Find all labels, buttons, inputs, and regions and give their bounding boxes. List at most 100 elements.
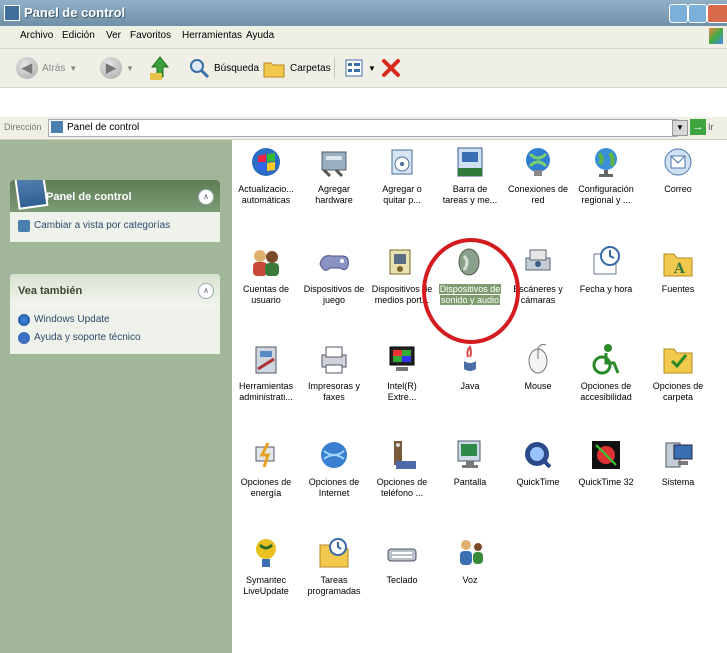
address-field[interactable]: Panel de control (48, 119, 678, 137)
up-button[interactable] (148, 55, 172, 81)
control-panel-item[interactable]: Opciones de energía (232, 433, 300, 519)
menu-ver[interactable]: Ver (106, 30, 121, 41)
pane-title: Panel de control (46, 191, 132, 203)
item-label: Tareas programadas (307, 575, 361, 596)
windows-update-link[interactable]: Windows Update (10, 312, 220, 330)
annotation-circle (422, 238, 520, 344)
control-panel-item[interactable]: Mouse (504, 337, 572, 423)
control-panel-icon (13, 180, 49, 210)
control-panel-item[interactable]: Agregar o quitar p... (368, 140, 436, 226)
control-panel-item[interactable]: Opciones de teléfono ... (368, 433, 436, 519)
switch-to-category-view-link[interactable]: Cambiar a vista por categorías (10, 218, 220, 236)
switch-view-label: Cambiar a vista por categorías (34, 220, 171, 231)
item-label: Opciones de accesibilidad (580, 381, 632, 402)
collapse-chevron-icon[interactable]: ∧ (198, 189, 214, 205)
address-label: Dirección (4, 122, 42, 132)
delete-button[interactable] (380, 55, 402, 81)
menu-favoritos[interactable]: Favoritos (130, 30, 171, 41)
control-panel-item[interactable]: Voz (436, 531, 504, 617)
control-panel-item[interactable]: Intel(R) Extre... (368, 337, 436, 423)
control-panel-item[interactable]: Pantalla (436, 433, 504, 519)
control-panel-item[interactable]: Configuración regional y ... (572, 140, 640, 226)
control-panel-item[interactable]: Barra de tareas y me... (436, 140, 504, 226)
control-panel-item[interactable]: Agregar hardware (300, 140, 368, 226)
collapse-chevron-icon[interactable]: ∧ (198, 283, 214, 299)
control-panel-item[interactable]: Impresoras y faxes (300, 337, 368, 423)
views-icon (345, 59, 363, 77)
quicktime32-icon (588, 437, 624, 473)
see-also-header[interactable]: Vea también ∧ (10, 274, 220, 306)
menu-ayuda[interactable]: Ayuda (246, 30, 274, 41)
back-label: Atrás (42, 62, 66, 74)
control-panel-item[interactable]: Tareas programadas (300, 531, 368, 617)
item-label: Opciones de energía (240, 477, 292, 498)
maximize-button[interactable] (688, 4, 707, 23)
back-button[interactable]: ◀ Atrás ▼ (16, 55, 77, 81)
control-panel-item[interactable]: Teclado (368, 531, 436, 617)
control-panel-item[interactable]: Opciones de Internet (300, 433, 368, 519)
portable-media-icon (384, 244, 420, 280)
control-panel-item[interactable]: Actualizacio... automáticas (232, 140, 300, 226)
control-panel-pane-header[interactable]: Panel de control ∧ (10, 180, 220, 212)
item-label: Teclado (386, 575, 418, 585)
printers-icon (316, 341, 352, 377)
regional-settings-icon (588, 144, 624, 180)
address-dropdown-button[interactable]: ▼ (672, 120, 688, 136)
control-panel-item[interactable]: QuickTime (504, 433, 572, 519)
control-panel-item[interactable]: Opciones de accesibilidad (572, 337, 640, 423)
item-label: Agregar o quitar p... (382, 184, 422, 205)
mail-icon (660, 144, 696, 180)
go-label: Ir (708, 122, 714, 132)
control-panel-item[interactable]: Opciones de carpeta (644, 337, 712, 423)
dropdown-arrow-icon: ▼ (69, 63, 78, 73)
item-label: Configuración regional y ... (578, 184, 634, 205)
control-panel-item[interactable]: Cuentas de usuario (232, 240, 300, 326)
control-panel-item[interactable]: QuickTime 32 (572, 433, 640, 519)
item-label: Opciones de Internet (308, 477, 360, 498)
go-button[interactable]: → (690, 119, 706, 135)
toolbar-separator (334, 57, 335, 79)
item-label: Opciones de teléfono ... (376, 477, 428, 498)
menu-archivo[interactable]: Archivo (20, 30, 53, 41)
minimize-button[interactable] (669, 4, 688, 23)
power-options-icon (248, 437, 284, 473)
toolbar: ◀ Atrás ▼ ▶ ▼ Búsqueda Carpetas ▼ (0, 49, 727, 88)
folder-options-icon (660, 341, 696, 377)
control-panel-item[interactable]: Dispositivos de juego (300, 240, 368, 326)
item-label: Voz (462, 575, 478, 585)
close-button[interactable] (707, 4, 727, 23)
control-panel-item[interactable]: A Fuentes (644, 240, 712, 326)
java-icon (452, 341, 488, 377)
control-panel-item[interactable]: Conexiones de red (504, 140, 572, 226)
windows-update-label: Windows Update (34, 314, 110, 325)
search-button[interactable]: Búsqueda (188, 55, 259, 81)
item-label: Mouse (524, 381, 552, 391)
help-icon (18, 332, 30, 344)
sidebar: Panel de control ∧ Cambiar a vista por c… (0, 140, 232, 653)
forward-button[interactable]: ▶ ▼ (100, 55, 134, 81)
add-remove-programs-icon (384, 144, 420, 180)
item-label: Barra de tareas y me... (442, 184, 498, 205)
control-panel-item[interactable]: Java (436, 337, 504, 423)
item-label: Agregar hardware (315, 184, 353, 205)
control-panel-item[interactable]: Correo (644, 140, 712, 226)
control-panel-item[interactable]: Symantec LiveUpdate (232, 531, 300, 617)
title-bar: Panel de control (0, 0, 727, 26)
up-folder-icon (150, 56, 170, 80)
menu-edicion[interactable]: Edición (62, 30, 95, 41)
quicktime-icon (520, 437, 556, 473)
control-panel-item[interactable]: Fecha y hora (572, 240, 640, 326)
views-button[interactable]: ▼ (344, 55, 376, 81)
item-label: Intel(R) Extre... (387, 381, 417, 402)
control-panel-item[interactable]: Sistema (644, 433, 712, 519)
menu-herramientas[interactable]: Herramientas (182, 30, 242, 41)
intel-graphics-icon (384, 341, 420, 377)
item-label: Dispositivos de juego (303, 284, 365, 305)
item-label: Cuentas de usuario (242, 284, 290, 305)
forward-arrow-icon: ▶ (100, 57, 122, 79)
folders-button[interactable]: Carpetas (262, 55, 331, 81)
dropdown-arrow-icon: ▼ (368, 63, 376, 73)
control-panel-item[interactable]: Herramientas administrati... (232, 337, 300, 423)
help-support-link[interactable]: Ayuda y soporte técnico (10, 330, 220, 348)
symantec-liveupdate-icon (248, 535, 284, 571)
